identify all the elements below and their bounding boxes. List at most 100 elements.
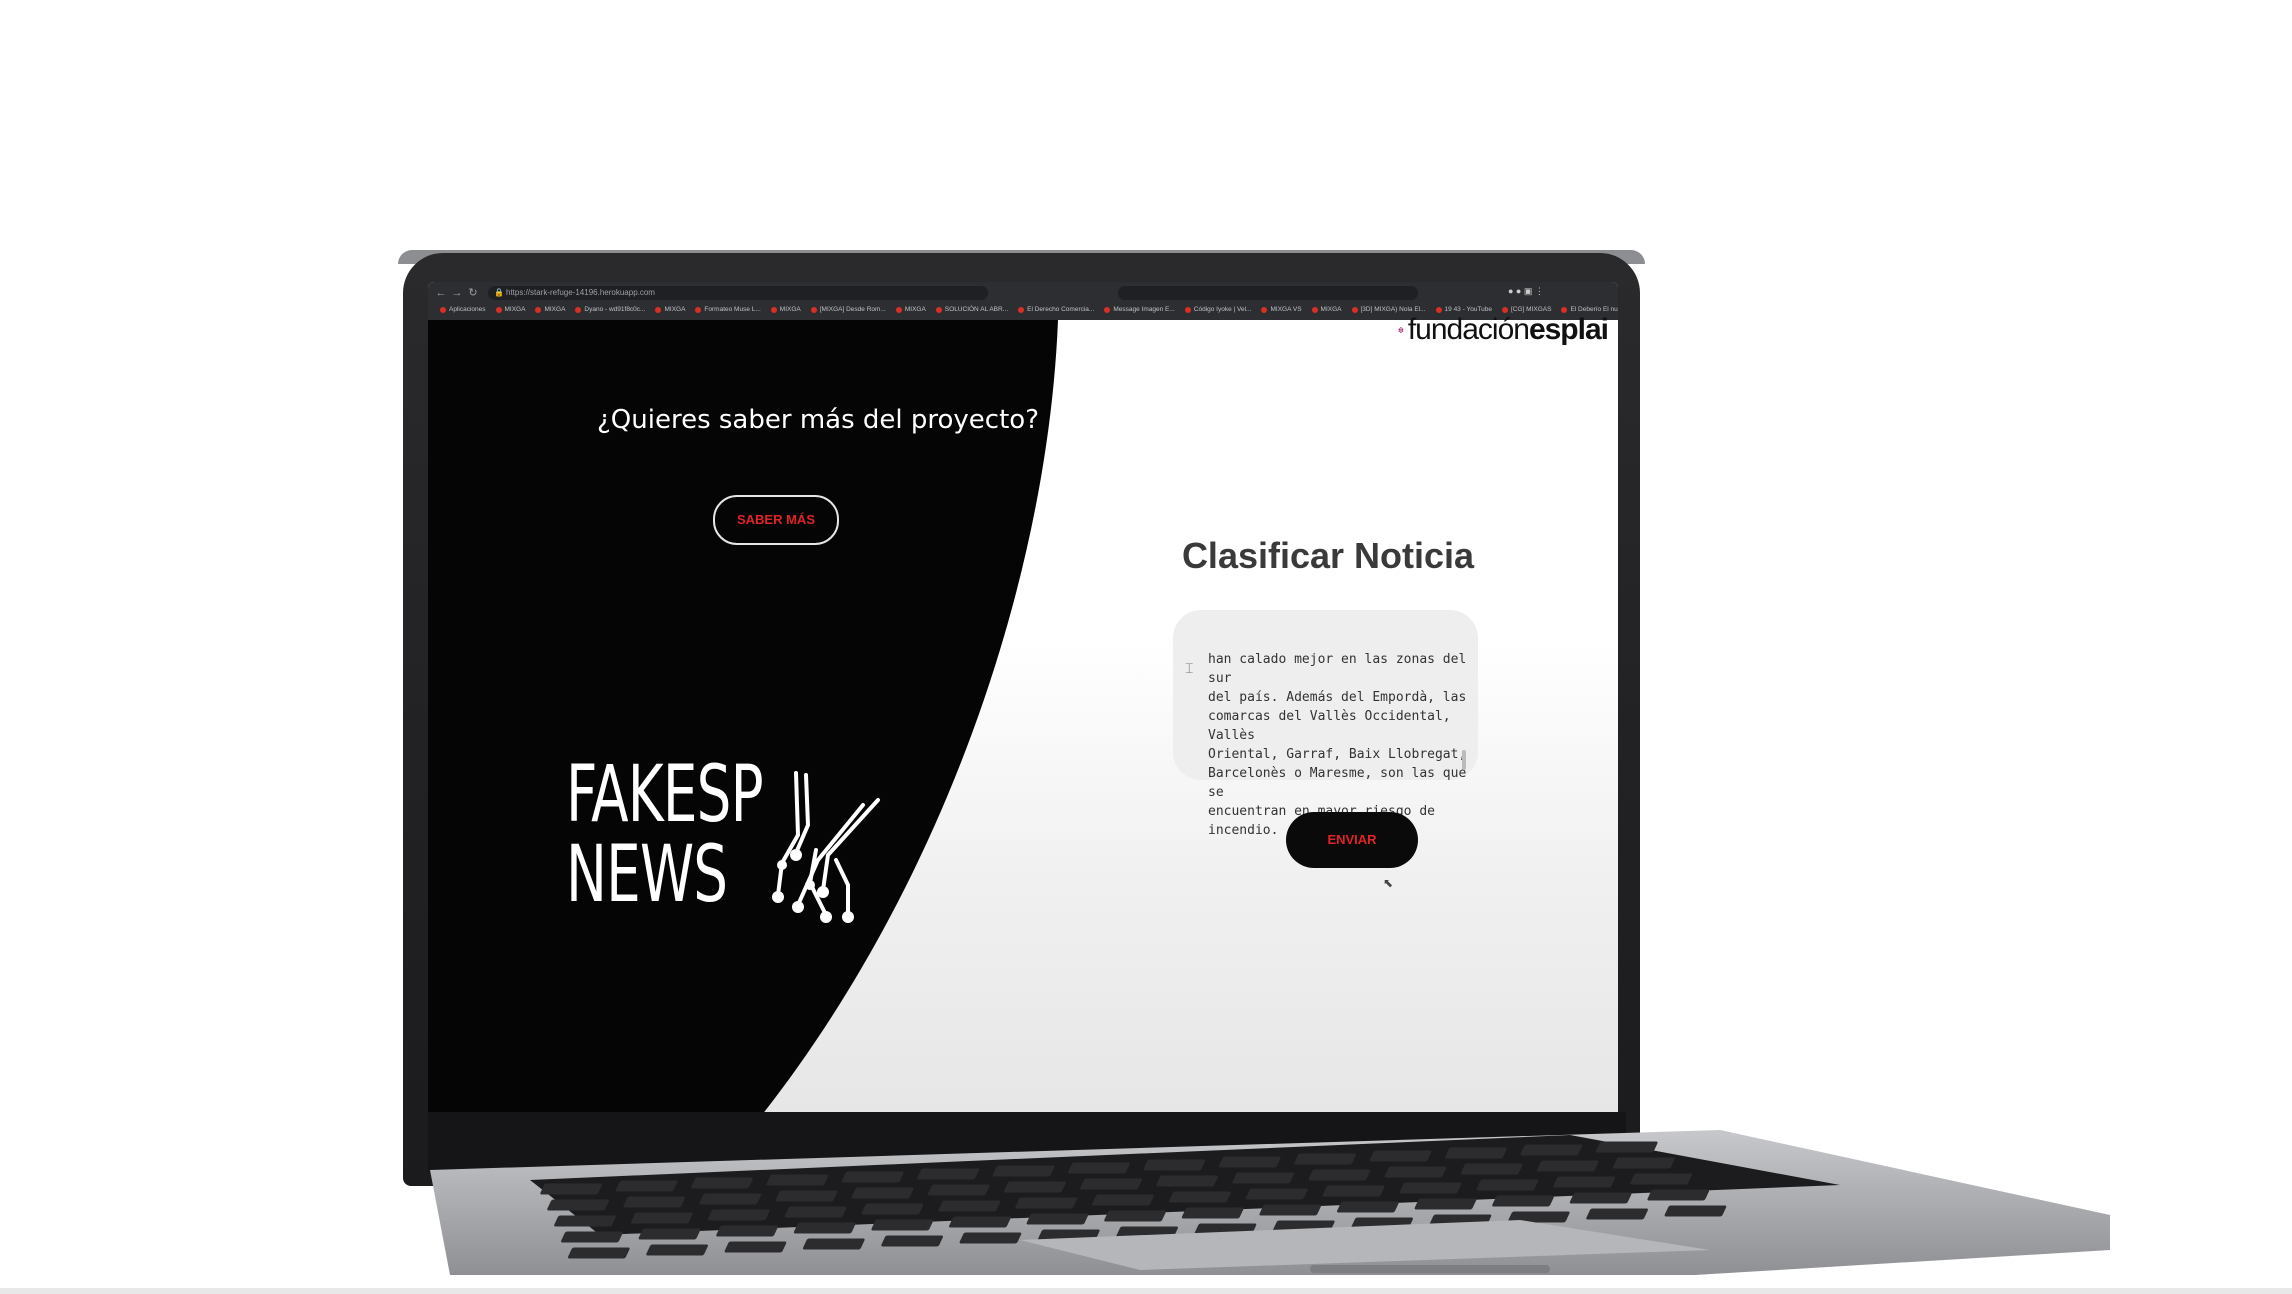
bookmark-item[interactable]: Aplicaciones (440, 303, 486, 317)
news-textarea[interactable]: han calado mejor en las zonas del sur de… (1208, 650, 1468, 838)
mouse-pointer-icon: ⬉ (1383, 876, 1394, 890)
bookmark-favicon-icon (1261, 307, 1268, 313)
keyboard-key (1664, 1205, 1727, 1217)
floor-line (0, 1288, 2292, 1294)
bookmark-favicon-icon (535, 307, 542, 313)
lock-icon: 🔒 (494, 288, 504, 297)
keyboard-key (1259, 1204, 1322, 1216)
bookmark-label: Aplicaciones (449, 306, 486, 313)
bookmark-favicon-icon (655, 307, 662, 313)
bookmark-label: MIXGA (504, 306, 526, 313)
keyboard-key (1520, 1144, 1583, 1156)
keyboard-key (1294, 1153, 1356, 1165)
bookmark-favicon-icon (440, 307, 446, 313)
keyboard-key (1369, 1150, 1432, 1162)
bookmark-label: Dyano - wd91f8c0c... (584, 306, 646, 313)
keyboard-key (1553, 1176, 1616, 1188)
bookmark-favicon-icon (770, 307, 777, 313)
keyboard-key (1232, 1172, 1295, 1184)
keyboard-key (1104, 1210, 1166, 1222)
bookmark-item[interactable]: El Derecho Comercia... (1018, 303, 1094, 317)
logo-line-2: NEWS (566, 830, 728, 920)
bookmark-item[interactable]: SOLUCIÓN AL ABR... (935, 303, 1009, 317)
forward-arrow-icon[interactable]: → (450, 286, 464, 300)
keyboard-key (1026, 1213, 1089, 1225)
web-page: ¿Quieres saber más del proyecto? SABER M… (428, 313, 1618, 1120)
bookmark-item[interactable]: MIXGA (495, 303, 526, 317)
extensions-icon[interactable]: ● ● ▣ ⋮ (1508, 286, 1544, 297)
bookmark-item[interactable]: MIXGA (895, 303, 926, 317)
project-question: ¿Quieres saber más del proyecto? (597, 405, 1039, 435)
keyboard-key (1181, 1207, 1244, 1219)
bookmark-favicon-icon (1104, 307, 1111, 313)
keyboard-key (1015, 1197, 1078, 1209)
bookmark-item[interactable]: [MIXGA] Desde Rom... (810, 303, 886, 317)
bookmark-item[interactable]: MIXGA (1311, 303, 1342, 317)
textarea-scrollbar[interactable] (1462, 750, 1466, 770)
keyboard-key (707, 1209, 770, 1221)
keyboard-key (1536, 1160, 1599, 1172)
bookmark-label: MIXGA (544, 306, 566, 313)
bookmark-item[interactable]: MIXGA (770, 303, 801, 317)
address-bar[interactable]: 🔒 https://stark-refuge-14196.herokuapp.c… (488, 286, 988, 300)
bookmark-favicon-icon (1311, 307, 1318, 313)
text-cursor-icon: ⌶ (1185, 660, 1194, 676)
keyboard-key (1586, 1208, 1648, 1220)
enviar-button[interactable]: ENVIAR (1286, 812, 1418, 868)
bookmark-item[interactable]: Dyano - wd91f8c0c... (575, 303, 645, 317)
reload-icon[interactable]: ↻ (466, 286, 480, 300)
keyboard-key (766, 1174, 829, 1186)
address-bar-url: https://stark-refuge-14196.herokuapp.com (506, 288, 655, 297)
fundacion-esplai-logo: fundaciónesplai (1398, 310, 1609, 350)
bookmark-item[interactable]: Código Iyoke | Vel... (1184, 303, 1252, 317)
bookmark-item[interactable]: MIXGA (655, 303, 685, 317)
bookmark-favicon-icon (1018, 307, 1025, 313)
keyboard-key (992, 1165, 1055, 1177)
bookmark-item[interactable]: Message Imagen E... (1104, 303, 1175, 317)
keyboard-key (1414, 1198, 1477, 1210)
keyboard-key (1322, 1185, 1385, 1197)
bookmark-item[interactable]: Formateo Muse L... (695, 303, 761, 317)
tab-strip-area (1118, 286, 1418, 300)
keyboard-key (881, 1235, 943, 1247)
base-notch (1310, 1265, 1550, 1273)
bookmark-item[interactable]: MIXGA VS (1261, 303, 1302, 317)
brand-name: fundaciónesplai (1408, 313, 1609, 347)
back-arrow-icon[interactable]: ← (434, 286, 448, 300)
bookmark-favicon-icon (1351, 307, 1358, 313)
keyboard-key (1080, 1178, 1142, 1190)
bookmark-label: Formateo Muse L... (704, 306, 761, 313)
keyboard-key (1399, 1182, 1462, 1194)
bookmark-label: El Derecho Comercia... (1027, 306, 1095, 313)
bookmark-label: MIXGA (904, 306, 926, 313)
bookmark-label: MIXGA VS (1270, 306, 1302, 313)
circuit-icon (772, 771, 880, 923)
keyboard-key (1156, 1175, 1218, 1187)
keyboard-key (917, 1168, 979, 1180)
saber-mas-button[interactable]: SABER MÁS (713, 495, 839, 545)
news-textarea-container: ⌶ han calado mejor en las zonas del sur … (1173, 610, 1478, 838)
bookmark-label: MIXGA (664, 306, 686, 313)
keyboard-key (691, 1177, 753, 1189)
keyboard-key (841, 1171, 904, 1183)
keyboard-key (851, 1187, 914, 1199)
esplai-flower-icon (1398, 327, 1404, 333)
bookmark-label: SOLUCIÓN AL ABR... (944, 306, 1009, 313)
bookmark-label: Código Iyoke | Vel... (1193, 306, 1252, 313)
keyboard-key (567, 1247, 630, 1259)
bookmark-label: [MIXGA] Desde Rom... (819, 306, 886, 313)
keyboard-key (615, 1180, 678, 1192)
bookmark-label: MIXGA (779, 306, 801, 313)
bookmark-favicon-icon (495, 307, 502, 313)
keyboard-key (1218, 1156, 1281, 1168)
logo-line-1: FAKESP (566, 750, 764, 840)
keyboard-key (1569, 1192, 1632, 1204)
keyboard-key (1308, 1169, 1371, 1181)
keyboard-key (1143, 1159, 1206, 1171)
bookmark-item[interactable]: MIXGA (535, 303, 565, 317)
keyboard-key (561, 1231, 623, 1243)
keyboard-key (959, 1232, 1022, 1244)
keyboard-key (724, 1241, 787, 1253)
keyboard-key (547, 1199, 609, 1211)
bookmark-favicon-icon (575, 307, 582, 313)
